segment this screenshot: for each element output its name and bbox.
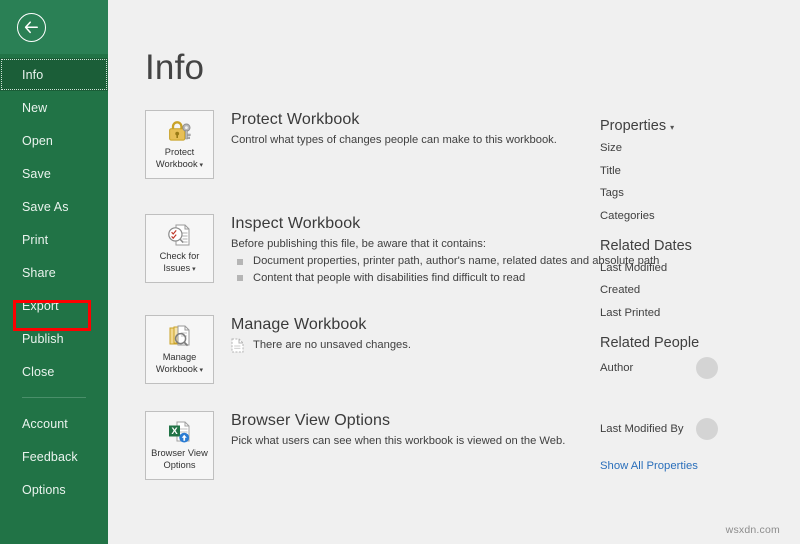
watermark: wsxdn.com	[725, 524, 780, 536]
lock-and-key-icon	[166, 118, 194, 144]
avatar	[696, 356, 718, 379]
sidebar-item-account[interactable]: Account	[0, 407, 108, 440]
check-for-issues-button[interactable]: Check for Issues ▾	[145, 214, 214, 283]
property-row-categories: Categories	[600, 208, 796, 224]
related-people-heading-label: Related People	[600, 334, 700, 351]
property-row-created: Created	[600, 282, 796, 298]
show-all-properties-link[interactable]: Show All Properties	[600, 460, 698, 472]
sidebar-item-label: Close	[22, 364, 55, 379]
sidebar-item-label: New	[22, 100, 48, 115]
sidebar-item-save[interactable]: Save	[0, 157, 108, 190]
sidebar-item-label: Share	[22, 265, 56, 280]
back-bar	[0, 0, 108, 54]
back-arrow-icon[interactable]	[17, 12, 46, 42]
sidebar-item-options[interactable]: Options	[0, 473, 108, 506]
tile-label: Protect Workbook ▾	[154, 147, 205, 171]
tile-label: Manage Workbook ▾	[154, 352, 205, 376]
property-label: Tags	[600, 187, 624, 199]
tile-label-line1: Check for	[159, 251, 200, 261]
property-row-last-modified: Last Modified	[600, 260, 796, 276]
sidebar-item-close[interactable]: Close	[0, 355, 108, 388]
sidebar-item-label: Info	[22, 67, 44, 82]
browser-view-options-button[interactable]: X Browser View Options	[145, 411, 214, 480]
sidebar-item-label: Options	[22, 482, 66, 497]
sidebar-item-label: Export	[22, 298, 59, 313]
svg-text:X: X	[171, 426, 178, 437]
related-dates-group: Related Dates Last Modified Created Last…	[600, 238, 796, 321]
property-label: Title	[600, 164, 621, 177]
person-label: Last Modified By	[600, 422, 684, 435]
sidebar-item-info[interactable]: Info	[0, 58, 108, 91]
property-row-last-printed: Last Printed	[600, 305, 796, 321]
sidebar-divider	[22, 397, 86, 398]
property-label: Last Printed	[600, 306, 661, 319]
chevron-down-icon: ▾	[190, 265, 196, 273]
tile-label-line1: Browser View	[151, 448, 208, 458]
tile-label: Check for Issues ▾	[158, 251, 202, 275]
manage-workbook-button[interactable]: Manage Workbook ▾	[145, 315, 214, 384]
property-row-title: Title	[600, 163, 796, 179]
sidebar-item-label: Publish	[22, 331, 64, 346]
sidebar-item-publish[interactable]: Publish	[0, 322, 108, 355]
page-title: Info	[145, 48, 205, 87]
property-row-tags: Tags	[600, 185, 796, 201]
stacked-documents-magnifier-icon	[166, 323, 194, 349]
tile-label-line2: Workbook	[155, 363, 198, 374]
properties-group-heading[interactable]: Properties ▾	[600, 118, 796, 134]
chevron-down-icon: ▾	[197, 161, 204, 169]
sidebar-item-new[interactable]: New	[0, 91, 108, 124]
person-row-last-modified-by: Last Modified By	[600, 417, 796, 440]
properties-group: Properties ▾ Size Title Tags Categories	[600, 118, 796, 224]
person-row-author: Author	[600, 356, 796, 379]
sidebar-item-open[interactable]: Open	[0, 124, 108, 157]
backstage-view: Info New Open Save Save As Print Share E…	[0, 0, 800, 544]
related-dates-heading-label: Related Dates	[600, 237, 692, 254]
avatar	[696, 417, 718, 440]
property-label: Categories	[600, 209, 655, 222]
properties-panel: Properties ▾ Size Title Tags Categories	[600, 118, 800, 474]
person-spacer	[600, 384, 796, 418]
unsaved-document-icon	[231, 338, 244, 358]
backstage-main: Info Protect Workbook ▾ Protect Workbook…	[108, 0, 800, 544]
tile-label-line2: Issues	[163, 262, 191, 273]
sidebar-item-label: Account	[22, 416, 68, 431]
tile-label: Browser View Options	[149, 448, 210, 471]
sidebar-item-label: Feedback	[22, 449, 78, 464]
protect-workbook-button[interactable]: Protect Workbook ▾	[145, 110, 214, 179]
chevron-down-icon: ▾	[670, 123, 675, 132]
excel-upload-icon: X	[166, 419, 194, 445]
sidebar-item-label: Save As	[22, 199, 69, 214]
tile-label-line1: Manage	[162, 352, 197, 362]
sidebar-item-share[interactable]: Share	[0, 256, 108, 289]
person-label: Author	[600, 361, 634, 374]
related-people-heading: Related People	[600, 335, 796, 351]
related-dates-heading: Related Dates	[600, 238, 796, 254]
sidebar-item-feedback[interactable]: Feedback	[0, 440, 108, 473]
chevron-down-icon: ▾	[197, 366, 204, 374]
tile-label-line2: Options	[163, 459, 196, 470]
property-row-size: Size	[600, 140, 796, 156]
sidebar-item-label: Save	[22, 166, 51, 181]
sidebar-item-save-as[interactable]: Save As	[0, 190, 108, 223]
backstage-sidebar: Info New Open Save Save As Print Share E…	[0, 0, 108, 544]
related-people-group: Related People Author Last Modified By	[600, 335, 796, 440]
property-label: Created	[600, 284, 641, 296]
sidebar-item-export[interactable]: Export	[0, 289, 108, 322]
backstage-nav-list: Info New Open Save Save As Print Share E…	[0, 54, 108, 506]
tile-label-line2: Workbook	[155, 158, 198, 169]
note-text: There are no unsaved changes.	[253, 339, 411, 351]
property-label: Size	[600, 142, 622, 154]
sidebar-item-label: Print	[22, 232, 49, 247]
sidebar-item-print[interactable]: Print	[0, 223, 108, 256]
sidebar-item-label: Open	[22, 133, 53, 148]
property-label: Last Modified	[600, 261, 668, 274]
properties-heading-label: Properties	[600, 118, 667, 134]
document-magnifier-icon	[166, 222, 194, 248]
tile-label-line1: Protect	[164, 147, 195, 157]
